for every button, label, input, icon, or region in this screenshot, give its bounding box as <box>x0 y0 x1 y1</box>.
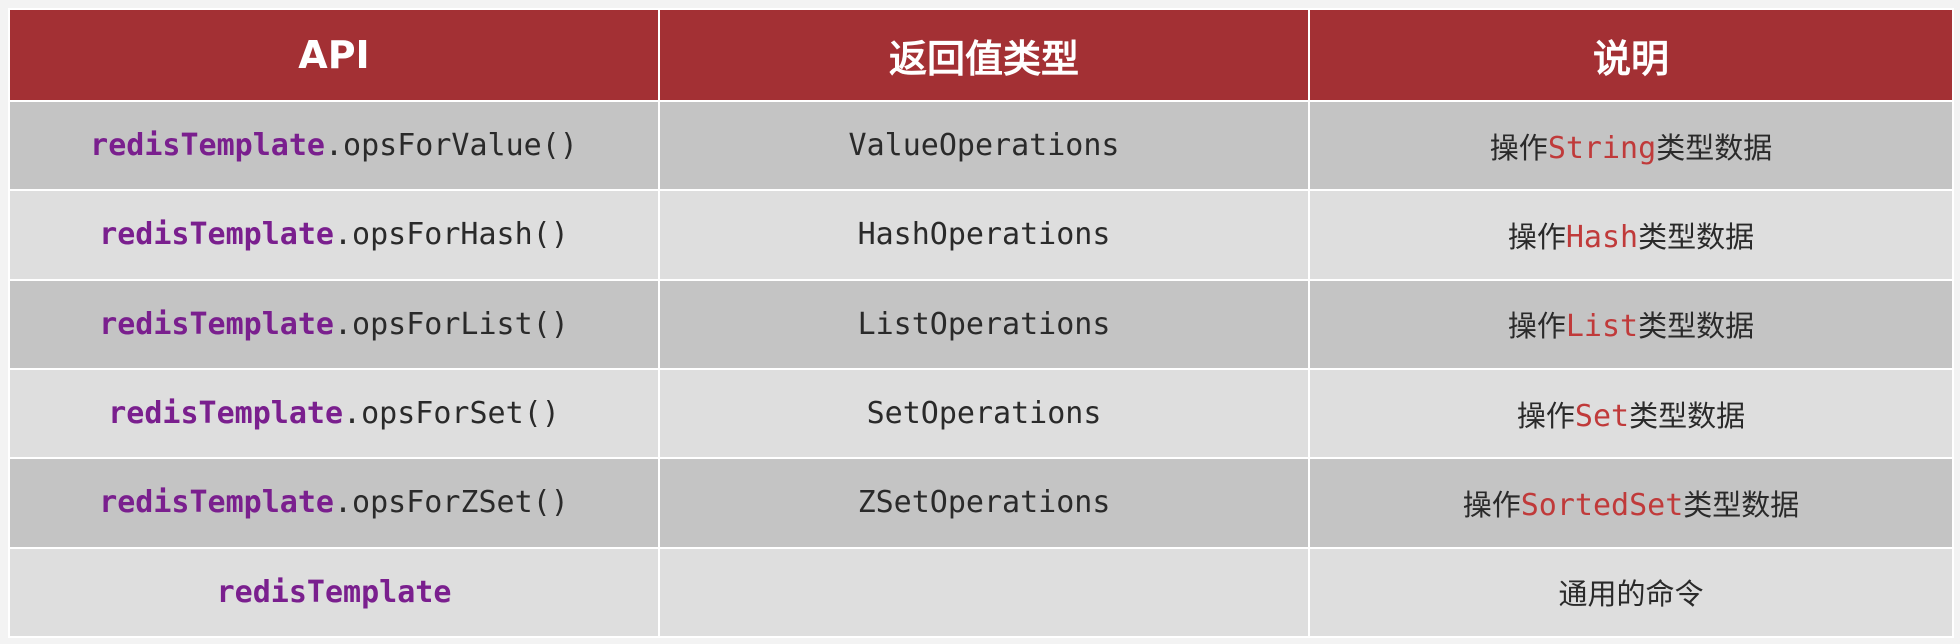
api-cell: redisTemplate <box>8 546 660 639</box>
return-type: ListOperations <box>857 306 1111 342</box>
return-type-cell: HashOperations <box>658 189 1310 281</box>
desc-type: String <box>1547 130 1657 166</box>
return-type-cell: SetOperations <box>658 367 1310 460</box>
api-cell: redisTemplate.opsForValue() <box>8 99 660 192</box>
table-row: redisTemplate.opsForHash() HashOperation… <box>8 189 1954 281</box>
api-cell: redisTemplate.opsForList() <box>8 278 660 370</box>
api-cell: redisTemplate.opsForHash() <box>8 189 660 281</box>
return-type: SetOperations <box>866 396 1102 432</box>
desc-type: Set <box>1574 398 1630 434</box>
description-cell: 通用的命令 <box>1308 546 1954 639</box>
desc-prefix: 操作 <box>1516 398 1575 433</box>
api-table: API 返回值类型 说明 redisTemplate.opsForValue()… <box>8 8 1954 639</box>
api-object: redisTemplate <box>99 217 334 253</box>
table-header-row: API 返回值类型 说明 <box>8 8 1954 102</box>
api-object: redisTemplate <box>99 485 334 521</box>
header-api: API <box>8 8 660 102</box>
api-cell: redisTemplate.opsForZSet() <box>8 457 660 549</box>
return-type-cell <box>658 546 1310 639</box>
desc-type: SortedSet <box>1520 487 1684 523</box>
api-method: .opsForList() <box>334 306 569 342</box>
desc-prefix: 操作 <box>1489 130 1548 165</box>
return-type-cell: ListOperations <box>658 278 1310 370</box>
desc-prefix: 通用的命令 <box>1558 577 1704 612</box>
api-method: .opsForZSet() <box>334 485 569 521</box>
desc-suffix: 类型数据 <box>1683 487 1800 522</box>
return-type-cell: ValueOperations <box>658 99 1310 192</box>
desc-suffix: 类型数据 <box>1638 219 1755 254</box>
description-cell: 操作List类型数据 <box>1308 278 1954 370</box>
return-type: ZSetOperations <box>857 485 1111 521</box>
table-row: redisTemplate.opsForValue() ValueOperati… <box>8 99 1954 192</box>
api-object: redisTemplate <box>108 396 344 432</box>
return-type: HashOperations <box>857 217 1111 253</box>
header-return-type: 返回值类型 <box>658 8 1310 102</box>
header-description: 说明 <box>1308 8 1954 102</box>
api-object: redisTemplate <box>216 574 452 610</box>
desc-suffix: 类型数据 <box>1656 130 1773 165</box>
api-table-container: API 返回值类型 说明 redisTemplate.opsForValue()… <box>8 8 1954 639</box>
description-cell: 操作Hash类型数据 <box>1308 189 1954 281</box>
return-type-cell: ZSetOperations <box>658 457 1310 549</box>
desc-suffix: 类型数据 <box>1638 309 1755 344</box>
desc-type: List <box>1565 309 1639 345</box>
table-row: redisTemplate.opsForSet() SetOperations … <box>8 367 1954 460</box>
desc-prefix: 操作 <box>1462 487 1521 522</box>
api-object: redisTemplate <box>99 306 334 342</box>
desc-prefix: 操作 <box>1507 309 1566 344</box>
api-method: .opsForHash() <box>334 217 569 253</box>
desc-prefix: 操作 <box>1507 219 1566 254</box>
api-cell: redisTemplate.opsForSet() <box>8 367 660 460</box>
description-cell: 操作Set类型数据 <box>1308 367 1954 460</box>
description-cell: 操作String类型数据 <box>1308 99 1954 192</box>
description-cell: 操作SortedSet类型数据 <box>1308 457 1954 549</box>
desc-suffix: 类型数据 <box>1629 398 1746 433</box>
return-type: ValueOperations <box>848 128 1120 164</box>
api-method: .opsForValue() <box>324 128 578 164</box>
api-method: .opsForSet() <box>343 396 560 432</box>
desc-type: Hash <box>1565 219 1639 255</box>
api-object: redisTemplate <box>90 128 325 164</box>
table-row: redisTemplate 通用的命令 <box>8 546 1954 639</box>
table-row: redisTemplate.opsForList() ListOperation… <box>8 278 1954 370</box>
table-row: redisTemplate.opsForZSet() ZSetOperation… <box>8 457 1954 549</box>
